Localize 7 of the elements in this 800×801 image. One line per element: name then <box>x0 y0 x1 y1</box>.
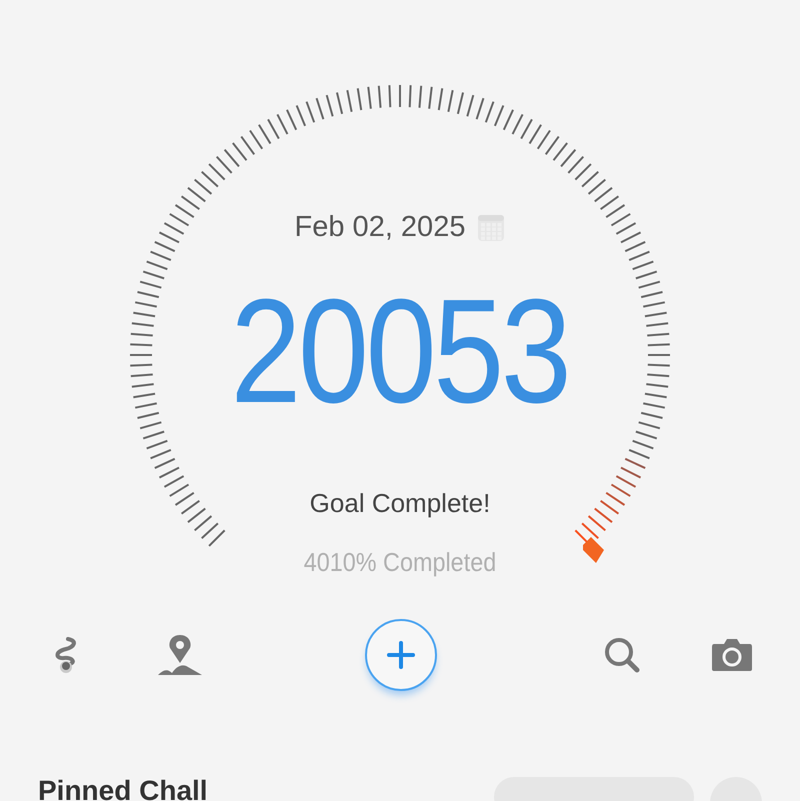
percent-completed: 4010% Completed <box>304 546 496 578</box>
add-button[interactable] <box>365 619 437 691</box>
date-label: Feb 02, 2025 <box>294 210 466 245</box>
plus-icon <box>386 640 416 670</box>
section-title: Pinned Chall <box>38 777 208 801</box>
goal-status: Goal Complete! <box>310 486 490 520</box>
step-count: 20053 <box>230 278 570 426</box>
